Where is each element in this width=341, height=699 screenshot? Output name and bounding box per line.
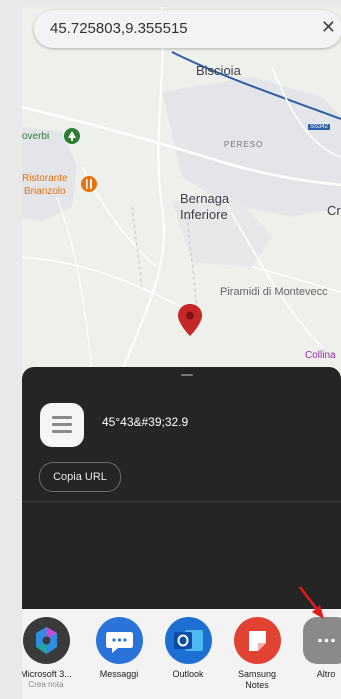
app-altro[interactable]: Altro: [298, 617, 341, 680]
place-ristorante[interactable]: Ristorante: [22, 173, 68, 185]
share-preview-text: 45°43&#39;32.9: [102, 415, 189, 429]
microsoft-365-icon: [22, 617, 70, 664]
app-sublabel: Notes: [245, 680, 269, 690]
outlook-icon: [164, 617, 212, 664]
app-microsoft-365[interactable]: Microsoft 3... Crea nota: [22, 617, 74, 690]
location-pin-icon[interactable]: [177, 303, 203, 337]
park-icon[interactable]: [63, 127, 81, 145]
restaurant-icon[interactable]: [80, 175, 98, 193]
app-label: Outlook: [172, 669, 204, 679]
app-outlook[interactable]: Outlook: [160, 617, 216, 680]
phone-screen: Biscioia PERESO SS342 overbi Ristorante …: [22, 7, 341, 699]
place-inferiore: Inferiore: [180, 207, 228, 222]
place-bernaga: Bernaga: [180, 191, 230, 206]
more-icon: [302, 617, 341, 664]
close-icon[interactable]: ✕: [321, 17, 336, 38]
place-brianzolo[interactable]: Brianzolo: [24, 186, 66, 198]
app-messaggi[interactable]: Messaggi: [91, 617, 147, 680]
search-bar[interactable]: 45.725803,9.355515 ✕: [34, 10, 341, 48]
place-pereso: PERESO: [224, 140, 264, 149]
copy-url-button[interactable]: Copia URL: [39, 462, 121, 492]
app-sublabel: Crea nota: [28, 680, 64, 689]
samsung-notes-icon: [233, 617, 281, 664]
place-cr: Cr: [327, 203, 341, 218]
app-label: Messaggi: [99, 669, 139, 679]
place-overbi[interactable]: overbi: [22, 131, 49, 142]
messages-icon: [95, 617, 143, 664]
place-biscioia: Biscioia: [196, 63, 241, 78]
place-piramidi: Piramidi di Montevecc: [220, 286, 328, 298]
divider: [22, 501, 341, 502]
search-query[interactable]: 45.725803,9.355515: [50, 20, 188, 37]
road-badge: SS342: [308, 124, 331, 130]
share-app-row: Microsoft 3... Crea nota Messaggi Outloo…: [22, 609, 341, 699]
app-label: Microsoft 3...: [22, 669, 72, 679]
app-label: Altro: [316, 669, 336, 679]
app-samsung-notes[interactable]: Samsung Notes: [229, 617, 285, 690]
app-label: Samsung: [237, 669, 277, 679]
map-view[interactable]: Biscioia PERESO SS342 overbi Ristorante …: [22, 7, 341, 372]
drag-handle[interactable]: [181, 374, 193, 376]
place-collina: Collina: [305, 350, 336, 361]
notes-icon: [40, 403, 84, 447]
